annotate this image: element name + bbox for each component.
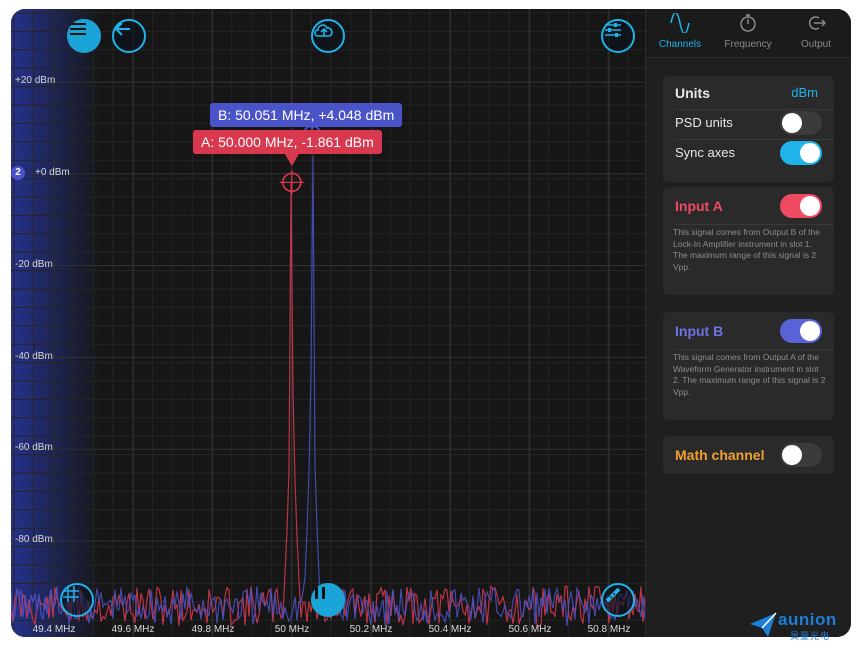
series-b-trace — [11, 155, 645, 626]
math-row: Math channel — [675, 441, 824, 469]
units-label: Units — [675, 85, 710, 101]
stopwatch-icon — [740, 14, 756, 32]
y-tick-label: -20 dBm — [15, 259, 53, 270]
units-value[interactable]: dBm — [791, 85, 818, 100]
input-a-toggle[interactable] — [780, 194, 822, 218]
marker-a-label[interactable]: A: 50.000 MHz, -1.861 dBm — [193, 130, 382, 154]
tab-output[interactable]: Output — [782, 9, 850, 57]
cursor-button[interactable] — [601, 583, 635, 617]
input-b-row: Input B — [675, 317, 824, 345]
x-tick-label: 50.6 MHz — [508, 624, 552, 635]
settings-panel: Channels Frequency Output Units dBm PSD … — [645, 9, 851, 637]
input-a-description: This signal comes from Output B of the L… — [673, 227, 820, 272]
toggle-knob — [782, 113, 802, 133]
psd-toggle[interactable] — [780, 111, 822, 135]
tab-channels[interactable]: Channels — [646, 9, 714, 57]
toggle-knob — [782, 445, 802, 465]
grid-button[interactable] — [60, 583, 94, 617]
units-row[interactable]: Units dBm — [675, 79, 824, 107]
pause-button[interactable] — [311, 583, 345, 617]
grid-icon — [63, 586, 79, 602]
output-icon — [809, 16, 826, 30]
upload-button[interactable] — [311, 19, 345, 53]
brand-logo: aunion 昊量光电 — [748, 608, 853, 644]
sliders-icon — [605, 23, 621, 37]
tab-label: Channels — [658, 39, 702, 50]
divider — [675, 224, 834, 225]
x-tick-label: 49.4 MHz — [32, 624, 76, 635]
channel-badge[interactable]: 2 — [11, 166, 25, 180]
x-tick-label: 50 MHz — [274, 624, 310, 635]
x-tick-label: 49.8 MHz — [191, 624, 235, 635]
toggle-knob — [800, 143, 820, 163]
x-tick-label: 50.8 MHz — [587, 624, 631, 635]
math-label: Math channel — [675, 447, 765, 463]
y-tick-label: -80 dBm — [15, 534, 53, 545]
psd-row: PSD units — [675, 109, 824, 137]
math-toggle[interactable] — [780, 443, 822, 467]
ruler-icon — [605, 587, 621, 603]
input-a-row: Input A — [675, 192, 824, 220]
marker-b-label[interactable]: B: 50.051 MHz, +4.048 dBm — [210, 103, 403, 127]
settings-button[interactable] — [601, 19, 635, 53]
menu-icon — [70, 23, 86, 35]
psd-label: PSD units — [675, 115, 733, 130]
x-tick-label: 50.4 MHz — [428, 624, 472, 635]
app-screen: +20 dBm +0 dBm -20 dBm -40 dBm -60 dBm -… — [11, 9, 851, 637]
input-b-label: Input B — [675, 323, 724, 339]
x-tick-label: 49.6 MHz — [111, 624, 155, 635]
input-a-label: Input A — [675, 198, 723, 214]
pause-icon — [315, 587, 325, 599]
sync-label: Sync axes — [675, 145, 735, 160]
divider — [675, 349, 834, 350]
input-b-toggle[interactable] — [780, 319, 822, 343]
toggle-knob — [800, 196, 820, 216]
tab-frequency[interactable]: Frequency — [714, 9, 782, 57]
back-button[interactable] — [112, 19, 146, 53]
sync-row: Sync axes — [675, 139, 824, 167]
sync-toggle[interactable] — [780, 141, 822, 165]
input-a-card: Input A This signal comes from Output B … — [663, 187, 834, 295]
y-tick-label: +20 dBm — [15, 75, 56, 86]
arrow-left-icon — [114, 22, 130, 36]
sine-wave-icon — [670, 13, 690, 33]
y-tick-label: -40 dBm — [15, 351, 53, 362]
y-tick-label: +0 dBm — [35, 167, 70, 178]
units-card: Units dBm PSD units Sync axes — [663, 76, 834, 182]
cloud-upload-icon — [314, 24, 333, 37]
toggle-knob — [800, 321, 820, 341]
brand-subtitle: 昊量光电 — [790, 631, 831, 641]
menu-button[interactable] — [67, 19, 101, 53]
paper-plane-icon — [750, 612, 777, 637]
math-card: Math channel — [663, 436, 834, 474]
spectrum-plot[interactable]: +20 dBm +0 dBm -20 dBm -40 dBm -60 dBm -… — [11, 9, 645, 637]
input-b-description: This signal comes from Output A of the W… — [673, 352, 826, 397]
x-tick-label: 50.2 MHz — [349, 624, 393, 635]
brand-name: aunion — [778, 610, 837, 629]
input-b-card: Input B This signal comes from Output A … — [663, 312, 834, 420]
tab-label: Output — [800, 39, 832, 50]
series-a-trace — [11, 182, 645, 627]
tab-label: Frequency — [724, 39, 772, 50]
panel-tabs: Channels Frequency Output — [646, 9, 851, 58]
y-tick-label: -60 dBm — [15, 442, 53, 453]
